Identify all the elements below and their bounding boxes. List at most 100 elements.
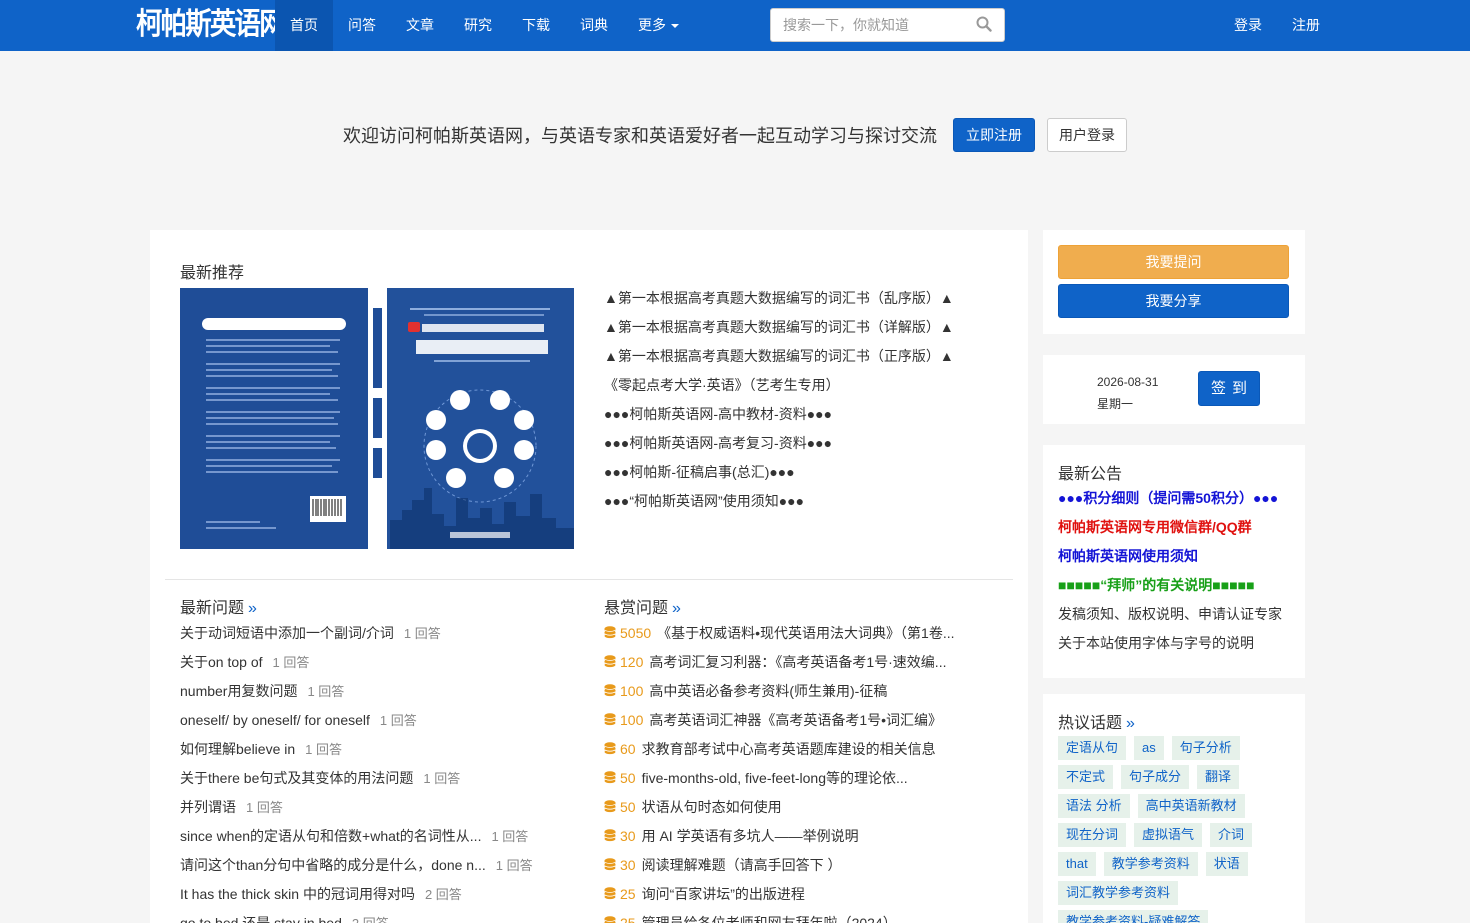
login-link[interactable]: 登录	[1234, 0, 1262, 51]
bounty-question-row[interactable]: 120 高考词汇复习利器：《高考英语备考1号·速效编...	[604, 653, 955, 682]
question-title[interactable]: 并列谓语	[180, 799, 236, 815]
bounty-points: 50	[620, 770, 636, 786]
topic-tag[interactable]: that	[1058, 852, 1096, 876]
latest-question-row[interactable]: 关于on top of 1 回答	[180, 653, 533, 682]
question-title[interactable]: five-months-old, five-feet-long等的理论依...	[642, 770, 908, 786]
question-title[interactable]: 高考英语词汇神器《高考英语备考1号•词汇编》	[649, 712, 942, 728]
bounty-question-row[interactable]: 25 询问“百家讲坛”的出版进程	[604, 885, 955, 914]
site-logo[interactable]: 柯帕斯英语网	[136, 6, 286, 44]
topic-tag[interactable]: 教学参考资料-疑难解答	[1058, 910, 1209, 923]
recommend-item[interactable]: ●●●柯帕斯英语网-高中教材-资料●●●	[604, 402, 954, 431]
recommend-item[interactable]: ●●●柯帕斯-征稿启事(总汇)●●●	[604, 460, 954, 489]
question-title[interactable]: 阅读理解难题（请高手回答下 ）	[642, 857, 842, 873]
question-title[interactable]: 询问“百家讲坛”的出版进程	[642, 886, 805, 902]
ask-question-button[interactable]: 我要提问	[1058, 245, 1289, 279]
nav-more-dropdown[interactable]: 更多	[623, 0, 694, 51]
question-title[interactable]: 如何理解believe in	[180, 741, 295, 757]
question-title[interactable]: 状语从句时态如何使用	[642, 799, 782, 815]
search-icon[interactable]	[976, 16, 992, 32]
bounty-question-row[interactable]: 50 five-months-old, five-feet-long等的理论依..…	[604, 769, 955, 798]
topic-tag[interactable]: 介词	[1210, 823, 1253, 847]
question-title[interactable]: 高中英语必备参考资料(师生兼用)-征稿	[649, 683, 887, 699]
nav-download[interactable]: 下载	[507, 0, 565, 51]
question-title[interactable]: number用复数问题	[180, 683, 297, 699]
latest-question-row[interactable]: It has the thick skin 中的冠词用得对吗 2 回答	[180, 885, 533, 914]
latest-question-row[interactable]: 关于动词短语中添加一个副词/介词 1 回答	[180, 624, 533, 653]
bounty-question-row[interactable]: 30 用 AI 学英语有多坑人——举例说明	[604, 827, 955, 856]
question-title[interactable]: 用 AI 学英语有多坑人——举例说明	[642, 828, 859, 844]
nav-qa[interactable]: 问答	[333, 0, 391, 51]
recommend-item[interactable]: ●●●柯帕斯英语网-高考复习-资料●●●	[604, 431, 954, 460]
bounty-question-row[interactable]: 5050 《基于权威语料•现代英语用法大词典》（第1卷...	[604, 624, 955, 653]
topic-tag[interactable]: 词汇教学参考资料	[1058, 881, 1179, 905]
bounty-question-row[interactable]: 100 高考英语词汇神器《高考英语备考1号•词汇编》	[604, 711, 955, 740]
notice-item[interactable]: 柯帕斯英语网使用须知	[1058, 547, 1282, 576]
latest-question-row[interactable]: 如何理解believe in 1 回答	[180, 740, 533, 769]
topic-tag[interactable]: 不定式	[1058, 765, 1114, 789]
question-title[interactable]: 请问这个than分句中省略的成分是什么，done n...	[180, 857, 486, 873]
tag-row: 语法 分析 高中英语新教材	[1058, 794, 1298, 823]
topic-tag[interactable]: 状语	[1205, 852, 1248, 876]
latest-questions-more-link[interactable]: »	[248, 600, 257, 617]
recommend-item[interactable]: ▲第一本根据高考真题大数据编写的词汇书（正序版）▲	[604, 344, 954, 373]
register-link[interactable]: 注册	[1292, 0, 1320, 51]
latest-question-row[interactable]: number用复数问题 1 回答	[180, 682, 533, 711]
bounty-question-row[interactable]: 30 阅读理解难题（请高手回答下 ）	[604, 856, 955, 885]
search-input[interactable]	[771, 9, 961, 41]
notice-item[interactable]: 关于本站使用字体与字号的说明	[1058, 634, 1282, 663]
topic-tag[interactable]: 句子分析	[1171, 736, 1240, 760]
bounty-question-row[interactable]: 25 管理员给各位老师和网友拜年啦（2024）	[604, 914, 955, 923]
topic-tag[interactable]: 定语从句	[1058, 736, 1127, 760]
nav-research[interactable]: 研究	[449, 0, 507, 51]
topic-tag[interactable]: 句子成分	[1121, 765, 1190, 789]
recommend-item[interactable]: ▲第一本根据高考真题大数据编写的词汇书（详解版）▲	[604, 315, 954, 344]
hot-topics-more-link[interactable]: »	[1126, 715, 1135, 732]
nav-home[interactable]: 首页	[275, 0, 333, 51]
question-title[interactable]: 求教育部考试中心高考英语题库建设的相关信息	[642, 741, 936, 757]
topic-tag[interactable]: 虚拟语气	[1134, 823, 1203, 847]
topic-tag[interactable]: 现在分词	[1058, 823, 1127, 847]
register-now-button[interactable]: 立即注册	[953, 118, 1035, 152]
nav-more-label: 更多	[638, 17, 666, 33]
bounty-question-row[interactable]: 100 高中英语必备参考资料(师生兼用)-征稿	[604, 682, 955, 711]
nav-dictionary[interactable]: 词典	[565, 0, 623, 51]
recommend-item[interactable]: ▲第一本根据高考真题大数据编写的词汇书（乱序版）▲	[604, 286, 954, 315]
question-title[interactable]: 关于动词短语中添加一个副词/介词	[180, 625, 394, 641]
recommend-item[interactable]: ●●●“柯帕斯英语网”使用须知●●●	[604, 489, 954, 518]
topic-tag[interactable]: 教学参考资料	[1103, 852, 1198, 876]
book-cover-image[interactable]	[180, 288, 574, 549]
notice-item[interactable]: ●●●积分细则（提问需50积分）●●●	[1058, 489, 1282, 518]
topic-tag[interactable]: 语法 分析	[1058, 794, 1130, 818]
topic-tag[interactable]: 翻译	[1197, 765, 1240, 789]
notice-item[interactable]: ■■■■■“拜师”的有关说明■■■■■	[1058, 576, 1282, 605]
bounty-questions-more-link[interactable]: »	[672, 600, 681, 617]
nav-articles[interactable]: 文章	[391, 0, 449, 51]
recommend-item[interactable]: 《零起点考大学·英语》（艺考生专用）	[604, 373, 954, 402]
question-title[interactable]: oneself/ by oneself/ for oneself	[180, 712, 370, 728]
question-title[interactable]: go to bed 还是 stay in bed	[180, 915, 342, 923]
bounty-question-row[interactable]: 50 状语从句时态如何使用	[604, 798, 955, 827]
question-title[interactable]: It has the thick skin 中的冠词用得对吗	[180, 886, 415, 902]
share-button[interactable]: 我要分享	[1058, 284, 1289, 318]
question-title[interactable]: since when的定语从句和倍数+what的名词性从...	[180, 828, 481, 844]
latest-question-row[interactable]: since when的定语从句和倍数+what的名词性从... 1 回答	[180, 827, 533, 856]
sign-in-button[interactable]: 签到	[1198, 371, 1260, 406]
latest-question-row[interactable]: 关于there be句式及其变体的用法问题 1 回答	[180, 769, 533, 798]
topic-tag[interactable]: 高中英语新教材	[1137, 794, 1245, 818]
tag-row: 教学参考资料-疑难解答	[1058, 910, 1298, 923]
notice-item[interactable]: 发稿须知、版权说明、申请认证专家	[1058, 605, 1282, 634]
notice-item[interactable]: 柯帕斯英语网专用微信群/QQ群	[1058, 518, 1282, 547]
latest-question-row[interactable]: go to bed 还是 stay in bed 2 回答	[180, 914, 533, 923]
question-title[interactable]: 关于on top of	[180, 654, 263, 670]
question-title[interactable]: 高考词汇复习利器：《高考英语备考1号·速效编...	[649, 654, 946, 670]
latest-question-row[interactable]: 请问这个than分句中省略的成分是什么，done n... 1 回答	[180, 856, 533, 885]
question-title[interactable]: 管理员给各位老师和网友拜年啦（2024）	[642, 915, 897, 923]
bounty-question-row[interactable]: 60 求教育部考试中心高考英语题库建设的相关信息	[604, 740, 955, 769]
latest-question-row[interactable]: oneself/ by oneself/ for oneself 1 回答	[180, 711, 533, 740]
latest-question-row[interactable]: 并列谓语 1 回答	[180, 798, 533, 827]
topic-tag[interactable]: as	[1134, 736, 1164, 760]
user-login-button[interactable]: 用户登录	[1047, 118, 1127, 152]
question-title[interactable]: 《基于权威语料•现代英语用法大词典》（第1卷...	[657, 625, 954, 641]
question-title[interactable]: 关于there be句式及其变体的用法问题	[180, 770, 413, 786]
welcome-text: 欢迎访问柯帕斯英语网，与英语专家和英语爱好者一起互动学习与探讨交流	[343, 126, 937, 146]
